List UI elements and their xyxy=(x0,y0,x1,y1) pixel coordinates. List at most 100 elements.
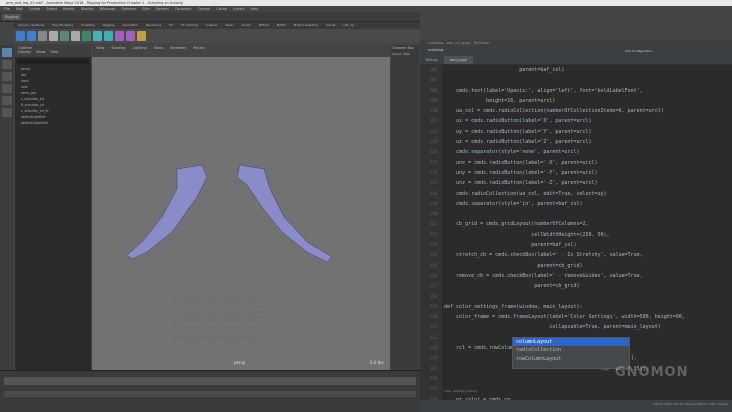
select-tool-icon[interactable] xyxy=(2,48,12,57)
autocomplete-item[interactable]: columnLayout xyxy=(513,338,629,347)
line-number: 136 xyxy=(429,375,437,381)
shelf-tool-icon[interactable] xyxy=(49,31,58,41)
ground-grid xyxy=(172,292,262,342)
shelf-tab[interactable]: Cache xyxy=(326,22,335,29)
shelf-tab[interactable]: Rendering xyxy=(146,22,161,29)
viewport-menu-item[interactable]: Lighting xyxy=(133,46,147,56)
shelf-tool-icon[interactable] xyxy=(126,31,135,41)
line-number: 125 xyxy=(429,262,437,268)
viewport-scene: persp 0.0 fps xyxy=(126,164,384,365)
shelf-tab[interactable]: FX Caching xyxy=(181,22,198,29)
shelf-tab[interactable]: Rigging xyxy=(103,22,114,29)
code-line: height=16, parent=urcl) xyxy=(444,97,556,104)
code-line: cmds.radioCollection(ua_col, edit=True, … xyxy=(444,190,607,197)
lasso-tool-icon[interactable] xyxy=(2,60,12,69)
shelf-tab[interactable]: Custom xyxy=(206,22,218,29)
viewport-menu-item[interactable]: View xyxy=(96,46,104,56)
code-line: cellWidthHeight=(250, 50), xyxy=(444,231,610,238)
line-number: 117 xyxy=(429,180,437,186)
move-tool-icon[interactable] xyxy=(2,84,12,93)
shelf-tool-icon[interactable] xyxy=(115,31,124,41)
viewport-menu-item[interactable]: Show xyxy=(154,46,163,56)
shelf-tool-icon[interactable] xyxy=(137,31,146,41)
shelf-tab[interactable]: FX xyxy=(169,22,173,29)
code-line: color_frame = cmds.frameLayout(label='Co… xyxy=(444,314,685,321)
scale-tool-icon[interactable] xyxy=(2,108,12,117)
line-number: 119 xyxy=(429,200,437,206)
code-line: stretch_cb = cmds.checkBox(label=' - Is … xyxy=(444,252,643,259)
code-line: def color_settings_frame(window, main_la… xyxy=(444,303,583,310)
code-line: parent=baf_col) xyxy=(444,242,577,249)
autocomplete-item[interactable]: rowColumnLayout xyxy=(513,355,629,363)
line-number: 132 xyxy=(429,334,437,340)
tab-arm-ui[interactable]: arm_ui.py xyxy=(443,56,473,64)
shelf-tab[interactable]: Bifrost xyxy=(259,22,269,29)
line-number: 110 xyxy=(429,108,437,114)
paint-tool-icon[interactable] xyxy=(2,72,12,81)
rotate-tool-icon[interactable] xyxy=(2,96,12,105)
autocomplete-popup: columnLayout radioCollection rowColumnLayo… xyxy=(512,337,630,369)
outliner-item[interactable]: defaultObjectSet xyxy=(15,120,91,126)
shelf-tool-icon[interactable] xyxy=(16,31,25,41)
mode-dropdown[interactable]: Rigging xyxy=(2,14,22,20)
ide-status-bar: 138:21 CRLF UTF-8 4 spaces Python 3 Git:… xyxy=(420,400,732,412)
ide-title: scripting - arm_ui_rig.py - PyCharm xyxy=(428,41,490,45)
viewport[interactable]: View Shading Lighting Show Renderer Panels pe… xyxy=(92,45,390,370)
time-slider[interactable] xyxy=(0,370,420,412)
viewport-menu-item[interactable]: Shading xyxy=(111,46,125,56)
shelf-tool-icon[interactable] xyxy=(82,31,91,41)
line-number: 128 xyxy=(429,293,437,299)
outliner-menu-item[interactable]: Help xyxy=(50,50,58,54)
shelf-tab[interactable]: MASH xyxy=(277,22,286,29)
shelf-tab[interactable]: rob_rig xyxy=(343,22,353,29)
channel-menu[interactable]: Chann xyxy=(392,52,402,56)
line-number: 112 xyxy=(429,128,437,134)
line-number: 107 xyxy=(429,77,437,83)
status-text: 138:21 CRLF UTF-8 4 spaces Python 3 Git:… xyxy=(652,402,728,406)
shelf-tool-icon[interactable] xyxy=(38,31,47,41)
shelf-tab[interactable]: Curves / Surfaces xyxy=(18,22,44,29)
shelf-tab[interactable]: Poly Modeling xyxy=(52,22,73,29)
code-line: unx = cmds.radioButton(label='-X', paren… xyxy=(444,159,598,166)
right-arm-mesh xyxy=(236,164,333,263)
code-line: ua_col = cmds.radioCollection(numberOfCo… xyxy=(444,108,664,115)
outliner-panel: Outliner Display Show Help persp top front sid… xyxy=(15,45,91,370)
shelf-tool-icon[interactable] xyxy=(104,31,113,41)
shelf xyxy=(14,29,420,43)
line-number-gutter: 106 107 108 109 110 111 112 113 114 115 116 117 118 1… xyxy=(420,65,442,402)
autocomplete-item[interactable]: radioCollection xyxy=(513,346,629,354)
viewport-menu-item[interactable]: Renderer xyxy=(170,46,186,56)
project-breadcrumb[interactable]: scripting xyxy=(428,48,443,52)
fps-label: 0.0 fps xyxy=(370,360,384,365)
shelf-tab[interactable]: Animation xyxy=(122,22,137,29)
shelf-tab[interactable]: XGen xyxy=(225,22,233,29)
line-number: 115 xyxy=(429,159,437,165)
code-breadcrumb[interactable]: color_settings_frame() xyxy=(444,389,478,393)
line-number: 120 xyxy=(429,211,437,217)
shelf-tool-icon[interactable] xyxy=(71,31,80,41)
code-line: cmds.separator(style='none', parent=urcl… xyxy=(444,149,580,156)
line-number: 106 xyxy=(429,67,437,72)
outliner-menu-item[interactable]: Display xyxy=(18,50,31,54)
shelf-tool-icon[interactable] xyxy=(27,31,36,41)
range-slider[interactable] xyxy=(4,391,416,397)
outliner-menu-item[interactable]: Show xyxy=(36,50,45,54)
line-number: 114 xyxy=(429,149,437,155)
shelf-tab[interactable]: Arnold xyxy=(241,22,251,29)
run-configuration-dropdown[interactable]: Add Configuration... xyxy=(625,49,655,53)
status-line: Rigging xyxy=(0,12,420,22)
line-number: 113 xyxy=(429,139,437,145)
shelf-tabs: Curves / Surfaces Poly Modeling Sculpting R… xyxy=(14,22,420,29)
viewport-menu-item[interactable]: Panels xyxy=(193,46,204,56)
code-line: cmds.text(label='Upaxis:', align='left',… xyxy=(444,87,643,94)
time-slider-track[interactable] xyxy=(4,377,416,385)
shelf-tool-icon[interactable] xyxy=(60,31,69,41)
shelf-tab[interactable]: Sculpting xyxy=(81,22,95,29)
edit-menu[interactable]: Edit xyxy=(404,52,410,56)
outliner-search[interactable] xyxy=(17,59,89,64)
tab-fkik[interactable]: fkik.py xyxy=(420,56,444,64)
viewport-menu: View Shading Lighting Show Renderer Panels xyxy=(92,45,390,57)
shelf-tool-icon[interactable] xyxy=(93,31,102,41)
code-line: unz = cmds.radioButton(label='-Z', paren… xyxy=(444,180,598,187)
shelf-tab[interactable]: Motion Graphics xyxy=(294,22,318,29)
